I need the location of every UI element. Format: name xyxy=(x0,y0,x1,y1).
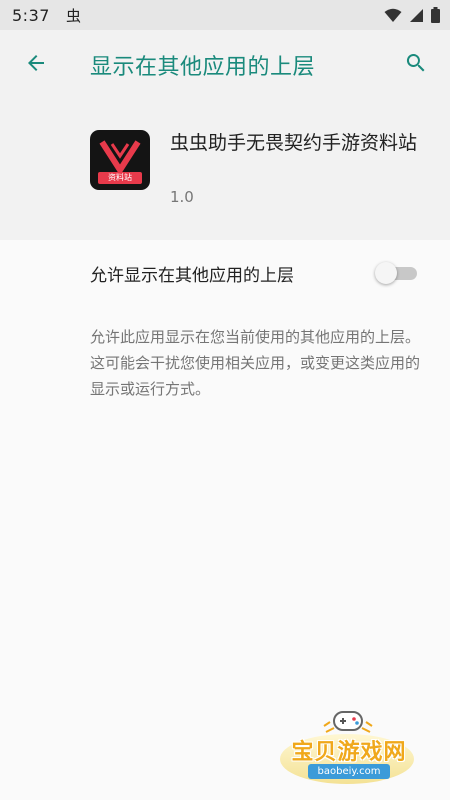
watermark-text: 宝贝游戏网 xyxy=(291,740,407,765)
arrow-back-icon xyxy=(24,51,48,79)
signal-icon xyxy=(409,8,424,23)
app-header: 资料站 虫虫助手无畏契约手游资料站 1.0 xyxy=(0,100,450,240)
status-time: 5:37 xyxy=(12,5,50,25)
app-icon-tag: 资料站 xyxy=(98,172,142,184)
battery-icon xyxy=(431,7,440,23)
notification-icon: 虫 xyxy=(65,6,81,25)
status-icons xyxy=(384,7,440,23)
watermark-logo: 宝贝游戏网 baobeiy.com xyxy=(270,700,430,790)
back-button[interactable] xyxy=(18,47,54,83)
permission-setting-row[interactable]: 允许显示在其他应用的上层 xyxy=(0,240,450,306)
search-icon xyxy=(404,51,428,79)
permission-toggle[interactable] xyxy=(375,262,417,284)
wifi-icon xyxy=(384,8,402,23)
app-version: 1.0 xyxy=(170,188,194,206)
setting-label: 允许显示在其他应用的上层 xyxy=(90,265,294,286)
app-bar: 显示在其他应用的上层 xyxy=(0,30,450,100)
setting-description: 允许此应用显示在您当前使用的其他应用的上层。这可能会干扰您使用相关应用，或变更这… xyxy=(90,328,421,398)
search-button[interactable] xyxy=(398,47,434,83)
app-icon: 资料站 xyxy=(90,130,150,190)
page-title: 显示在其他应用的上层 xyxy=(90,55,316,80)
toggle-thumb xyxy=(375,262,397,284)
watermark-url: baobeiy.com xyxy=(308,764,390,779)
status-bar: 5:37 虫 xyxy=(0,0,450,30)
app-name: 虫虫助手无畏契约手游资料站 xyxy=(170,132,418,154)
